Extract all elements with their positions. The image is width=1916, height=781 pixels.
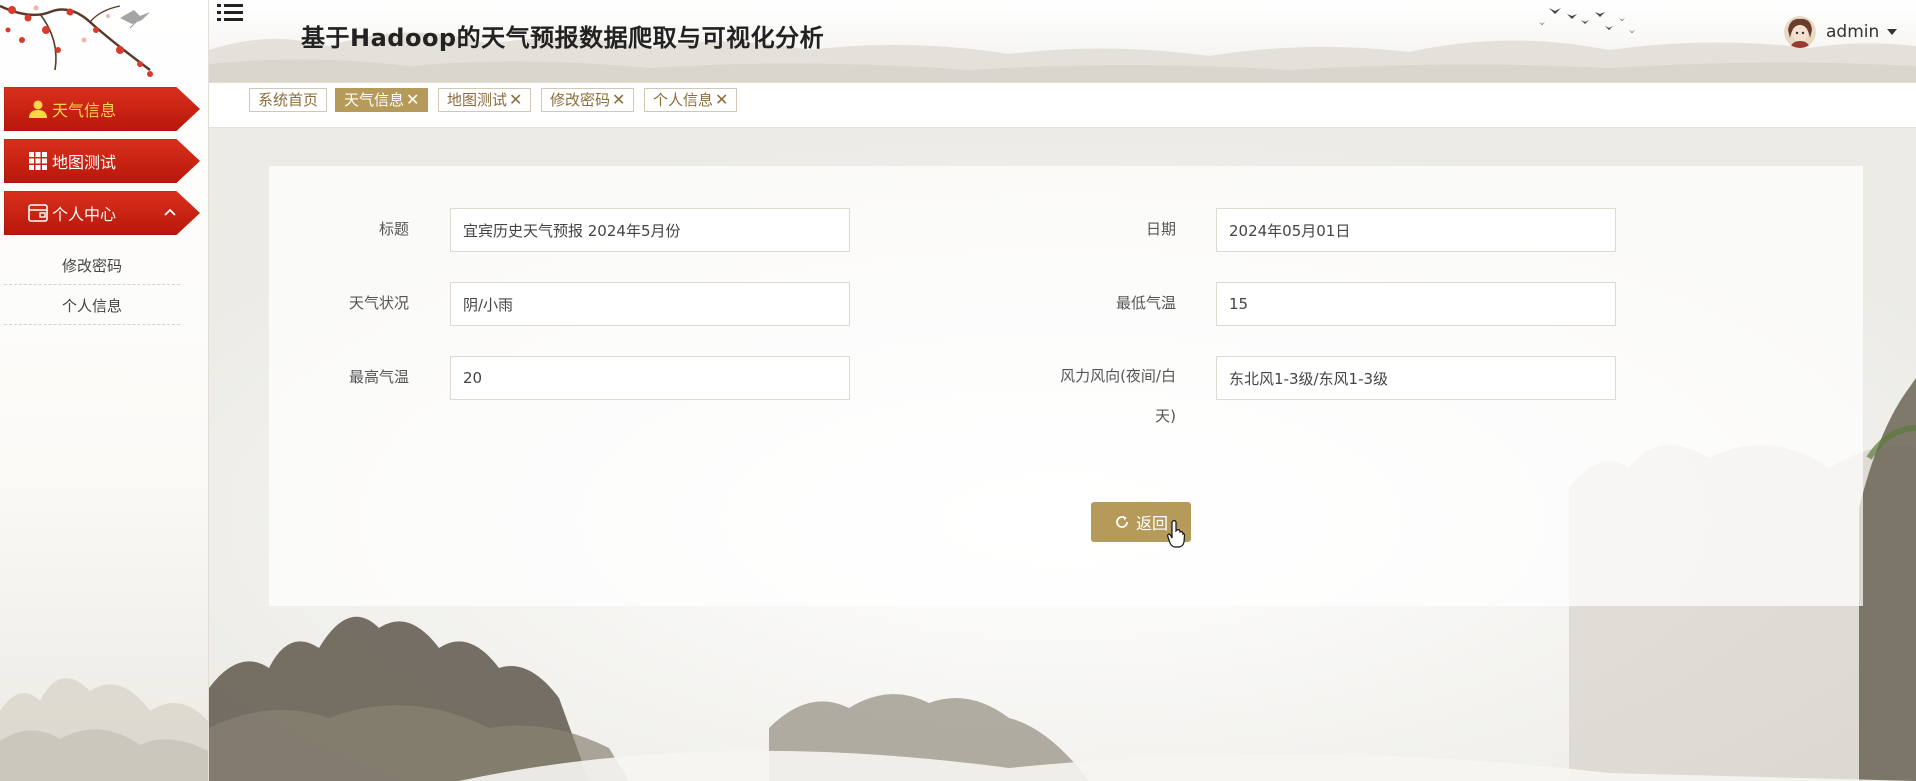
sidebar-item-label: 天气信息 xyxy=(52,101,117,120)
wind-label-line1: 风力风向(夜间/白 xyxy=(1060,367,1176,385)
tab-home[interactable]: 系统首页 xyxy=(249,88,328,112)
mountain-decoration xyxy=(0,678,208,781)
user-name: admin xyxy=(1826,22,1880,42)
sidebar-subitem-change-password[interactable]: 修改密码 xyxy=(4,246,180,285)
menu-toggle-icon[interactable] xyxy=(217,2,243,24)
close-icon[interactable]: ✕ xyxy=(406,92,419,108)
wind-input[interactable] xyxy=(1216,356,1616,400)
title-input[interactable] xyxy=(450,208,850,252)
back-button-label: 返回 xyxy=(1135,514,1168,533)
user-icon xyxy=(28,99,48,119)
sidebar-item-map-test[interactable]: 地图测试 xyxy=(4,139,200,183)
sidebar: 天气信息 地图测试 个人中心 修改密码 个人信息 xyxy=(0,0,209,781)
sidebar-item-weather-info[interactable]: 天气信息 xyxy=(4,87,200,131)
tab-personal-info[interactable]: 个人信息 ✕ xyxy=(644,88,738,112)
date-input[interactable] xyxy=(1216,208,1616,252)
close-icon[interactable]: ✕ xyxy=(612,92,625,108)
wind-label-line2: 天) xyxy=(1155,407,1176,425)
tab-label: 地图测试 xyxy=(447,91,508,109)
tab-label: 个人信息 xyxy=(653,91,714,109)
wallet-icon xyxy=(28,203,48,223)
weather-detail-form: 标题 日期 天气状况 最低气温 最高气温 风力风向(夜间/白 天) xyxy=(269,166,1863,606)
close-icon[interactable]: ✕ xyxy=(715,92,728,108)
caret-down-icon xyxy=(1887,29,1898,35)
tab-change-password[interactable]: 修改密码 ✕ xyxy=(541,88,635,112)
sidebar-item-label: 地图测试 xyxy=(52,153,117,172)
top-header: 基于Hadoop的天气预报数据爬取与可视化分析 admin xyxy=(209,0,1916,83)
high-temp-input[interactable] xyxy=(450,356,850,400)
tab-bar: 系统首页 天气信息 ✕ 地图测试 ✕ 修改密码 ✕ 个人信息 ✕ xyxy=(209,83,1916,128)
tab-label: 修改密码 xyxy=(550,91,611,109)
wind-label: 风力风向(夜间/白 天) xyxy=(1036,366,1176,426)
sidebar-subitem-personal-info[interactable]: 个人信息 xyxy=(4,286,180,325)
low-temp-label: 最低气温 xyxy=(1115,294,1176,312)
refresh-icon xyxy=(1116,516,1128,528)
weather-condition-input[interactable] xyxy=(450,282,850,326)
user-menu[interactable]: admin xyxy=(1784,14,1898,50)
weather-condition-label: 天气状况 xyxy=(348,294,409,312)
sidebar-item-personal-center[interactable]: 个人中心 xyxy=(4,191,200,235)
title-label: 标题 xyxy=(378,220,409,238)
tab-label: 天气信息 xyxy=(344,91,405,109)
chevron-up-icon xyxy=(164,208,176,216)
page-title: 基于Hadoop的天气预报数据爬取与可视化分析 xyxy=(301,24,825,52)
avatar xyxy=(1784,16,1816,48)
date-label: 日期 xyxy=(1145,220,1176,238)
sidebar-subitem-label: 修改密码 xyxy=(61,256,122,275)
hand-cursor-icon xyxy=(1167,520,1185,548)
grid-icon xyxy=(28,151,48,171)
close-icon[interactable]: ✕ xyxy=(509,92,522,108)
high-temp-label: 最高气温 xyxy=(348,368,409,386)
low-temp-input[interactable] xyxy=(1216,282,1616,326)
tab-map-test[interactable]: 地图测试 ✕ xyxy=(438,88,532,112)
sidebar-item-label: 个人中心 xyxy=(52,205,117,224)
sidebar-subitem-label: 个人信息 xyxy=(61,296,122,315)
tab-label: 系统首页 xyxy=(258,91,319,109)
tab-weather-info[interactable]: 天气信息 ✕ xyxy=(335,88,429,112)
plum-blossom-decoration xyxy=(0,4,153,77)
